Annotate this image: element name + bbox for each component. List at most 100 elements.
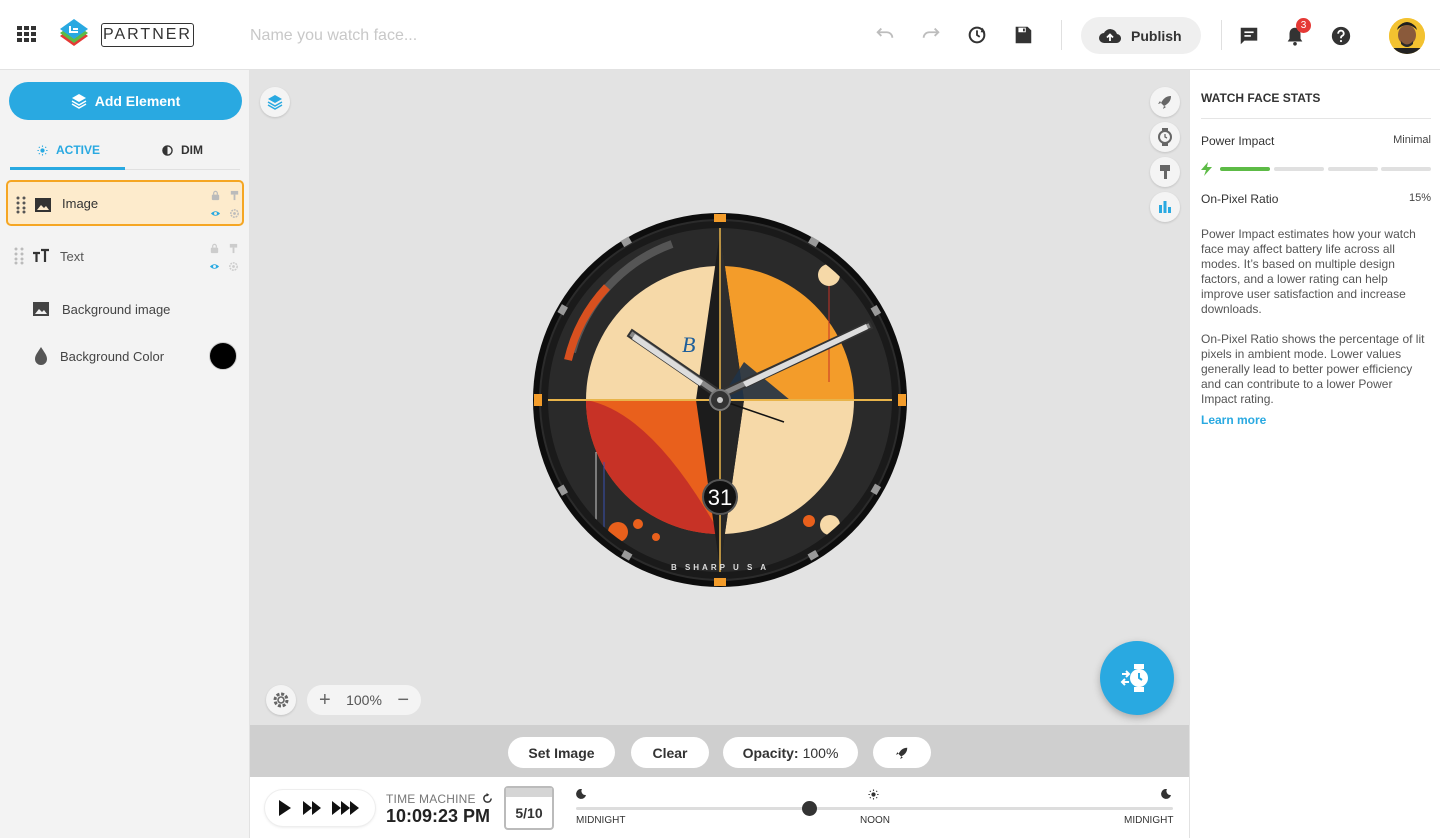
add-element-button[interactable]: Add Element: [9, 82, 242, 120]
tab-dim-label: DIM: [181, 143, 203, 157]
timeline-mark-noon: NOON: [860, 815, 890, 826]
layer-item-text[interactable]: Text: [6, 233, 244, 279]
stats-button[interactable]: [1150, 192, 1180, 222]
zoom-control: + 100% −: [307, 685, 421, 715]
zoom-in-button[interactable]: +: [319, 689, 331, 712]
learn-more-link[interactable]: Learn more: [1201, 413, 1266, 427]
layer-label: Text: [60, 248, 84, 264]
lock-icon[interactable]: [209, 243, 220, 254]
history-icon[interactable]: [966, 24, 988, 46]
apps-grid-icon[interactable]: [17, 26, 37, 42]
watch-face-stats-panel: WATCH FACE STATS Power Impact Minimal On…: [1189, 70, 1440, 838]
watch-sync-icon: [1120, 664, 1148, 692]
redo-icon[interactable]: [920, 24, 942, 46]
mode-tabs: ACTIVE DIM: [10, 132, 240, 170]
toolbar-divider: [1221, 20, 1222, 50]
layer-item-image[interactable]: Image: [6, 180, 244, 226]
tab-active[interactable]: ACTIVE: [37, 132, 100, 168]
drag-handle-icon[interactable]: [16, 196, 26, 214]
rocket-action-button[interactable]: [873, 737, 931, 768]
contrast-icon: [162, 144, 173, 156]
date-picker[interactable]: 5/10: [504, 786, 554, 830]
stats-title: WATCH FACE STATS: [1201, 91, 1321, 105]
background-image-row[interactable]: Background image: [32, 295, 170, 323]
on-pixel-ratio-value: 15%: [1408, 192, 1431, 204]
opacity-value: 100%: [802, 744, 839, 761]
eye-icon[interactable]: [209, 261, 220, 272]
watch-face-name-input[interactable]: [250, 22, 770, 50]
watch-icon: [1158, 128, 1172, 146]
publish-button[interactable]: Publish: [1081, 17, 1201, 54]
power-impact-label: Power Impact: [1201, 134, 1275, 148]
on-pixel-ratio-label: On-Pixel Ratio: [1201, 192, 1279, 206]
undo-icon[interactable]: [874, 24, 896, 46]
time-slider-knob[interactable]: [801, 801, 817, 816]
layers-toggle-button[interactable]: [260, 87, 290, 117]
power-segment: [1381, 167, 1431, 171]
playback-controls: [265, 790, 375, 826]
brush-icon: [1160, 165, 1170, 179]
user-avatar[interactable]: [1389, 18, 1425, 54]
tab-dim[interactable]: DIM: [162, 132, 203, 168]
rocket-icon: [1158, 96, 1171, 109]
brush-button[interactable]: [1150, 157, 1180, 187]
background-color-row[interactable]: Background Color: [32, 342, 164, 370]
top-bar: PARTNER Publish 3: [0, 0, 1440, 70]
reset-time-icon[interactable]: [482, 793, 493, 804]
help-icon[interactable]: [1330, 25, 1352, 47]
background-color-label: Background Color: [60, 348, 165, 364]
brand-logo-icon[interactable]: [58, 18, 90, 50]
partner-badge: PARTNER: [101, 23, 194, 47]
rocket-button[interactable]: [1150, 87, 1180, 117]
time-machine-bar: TIME MACHINE 10:09:23 PM 5/10 MIDNIGHT N…: [250, 777, 1189, 838]
user-avatar-image: [1389, 18, 1425, 54]
zoom-out-button[interactable]: −: [397, 689, 409, 712]
power-segment: [1274, 167, 1324, 171]
image-icon: [33, 302, 49, 316]
feedback-icon[interactable]: [1238, 25, 1260, 47]
background-color-swatch[interactable]: [209, 342, 237, 370]
time-machine-label: TIME MACHINE: [386, 792, 493, 806]
current-time: 10:09:23 PM: [386, 806, 491, 826]
bolt-icon: [1201, 162, 1212, 176]
tab-underline: [10, 167, 125, 170]
calendar-header: [506, 788, 552, 797]
layers-icon: [71, 94, 87, 109]
power-segment: [1220, 167, 1270, 171]
power-impact-meter: [1201, 162, 1431, 176]
power-impact-row: Power Impact Minimal: [1201, 134, 1431, 148]
brush-icon[interactable]: [228, 243, 239, 254]
drag-handle-icon[interactable]: [14, 247, 24, 265]
watch-preview-fab[interactable]: [1100, 641, 1174, 715]
opacity-button[interactable]: Opacity: 100%: [723, 737, 858, 768]
watch-logo-text: B: [682, 332, 695, 357]
eye-icon[interactable]: [210, 208, 221, 219]
layer-label: Image: [62, 195, 99, 211]
clear-button[interactable]: Clear: [631, 737, 709, 768]
canvas-settings-button[interactable]: [266, 685, 296, 715]
watch-face-preview[interactable]: B SHARP U S A B 31: [532, 212, 908, 588]
watch-brand-text: B SHARP U S A: [671, 563, 769, 572]
brush-icon[interactable]: [229, 190, 240, 201]
lock-icon[interactable]: [210, 190, 221, 201]
image-toolbar: Set Image Clear Opacity: 100%: [250, 725, 1189, 777]
settings-gear-icon[interactable]: [228, 261, 239, 272]
settings-gear-icon[interactable]: [229, 208, 240, 219]
current-date: 5/10: [515, 805, 543, 821]
play-icon[interactable]: [278, 800, 292, 816]
bar-chart-icon: [1159, 201, 1171, 213]
save-icon[interactable]: [1012, 24, 1034, 46]
fast-forward-icon[interactable]: [303, 800, 323, 816]
toolbar-divider: [1061, 20, 1062, 50]
zoom-level: 100%: [346, 692, 382, 708]
design-canvas[interactable]: B SHARP U S A B 31 + 100% −: [250, 70, 1189, 725]
time-machine-title: TIME MACHINE: [386, 792, 476, 806]
power-impact-value: Minimal: [1393, 134, 1431, 146]
fastest-forward-icon[interactable]: [332, 800, 362, 816]
on-pixel-ratio-row: On-Pixel Ratio 15%: [1201, 192, 1431, 206]
time-slider-track[interactable]: [576, 807, 1173, 810]
watch-preview-button[interactable]: [1150, 122, 1180, 152]
add-element-label: Add Element: [94, 93, 181, 109]
stats-divider: [1201, 118, 1431, 119]
set-image-button[interactable]: Set Image: [508, 737, 615, 768]
